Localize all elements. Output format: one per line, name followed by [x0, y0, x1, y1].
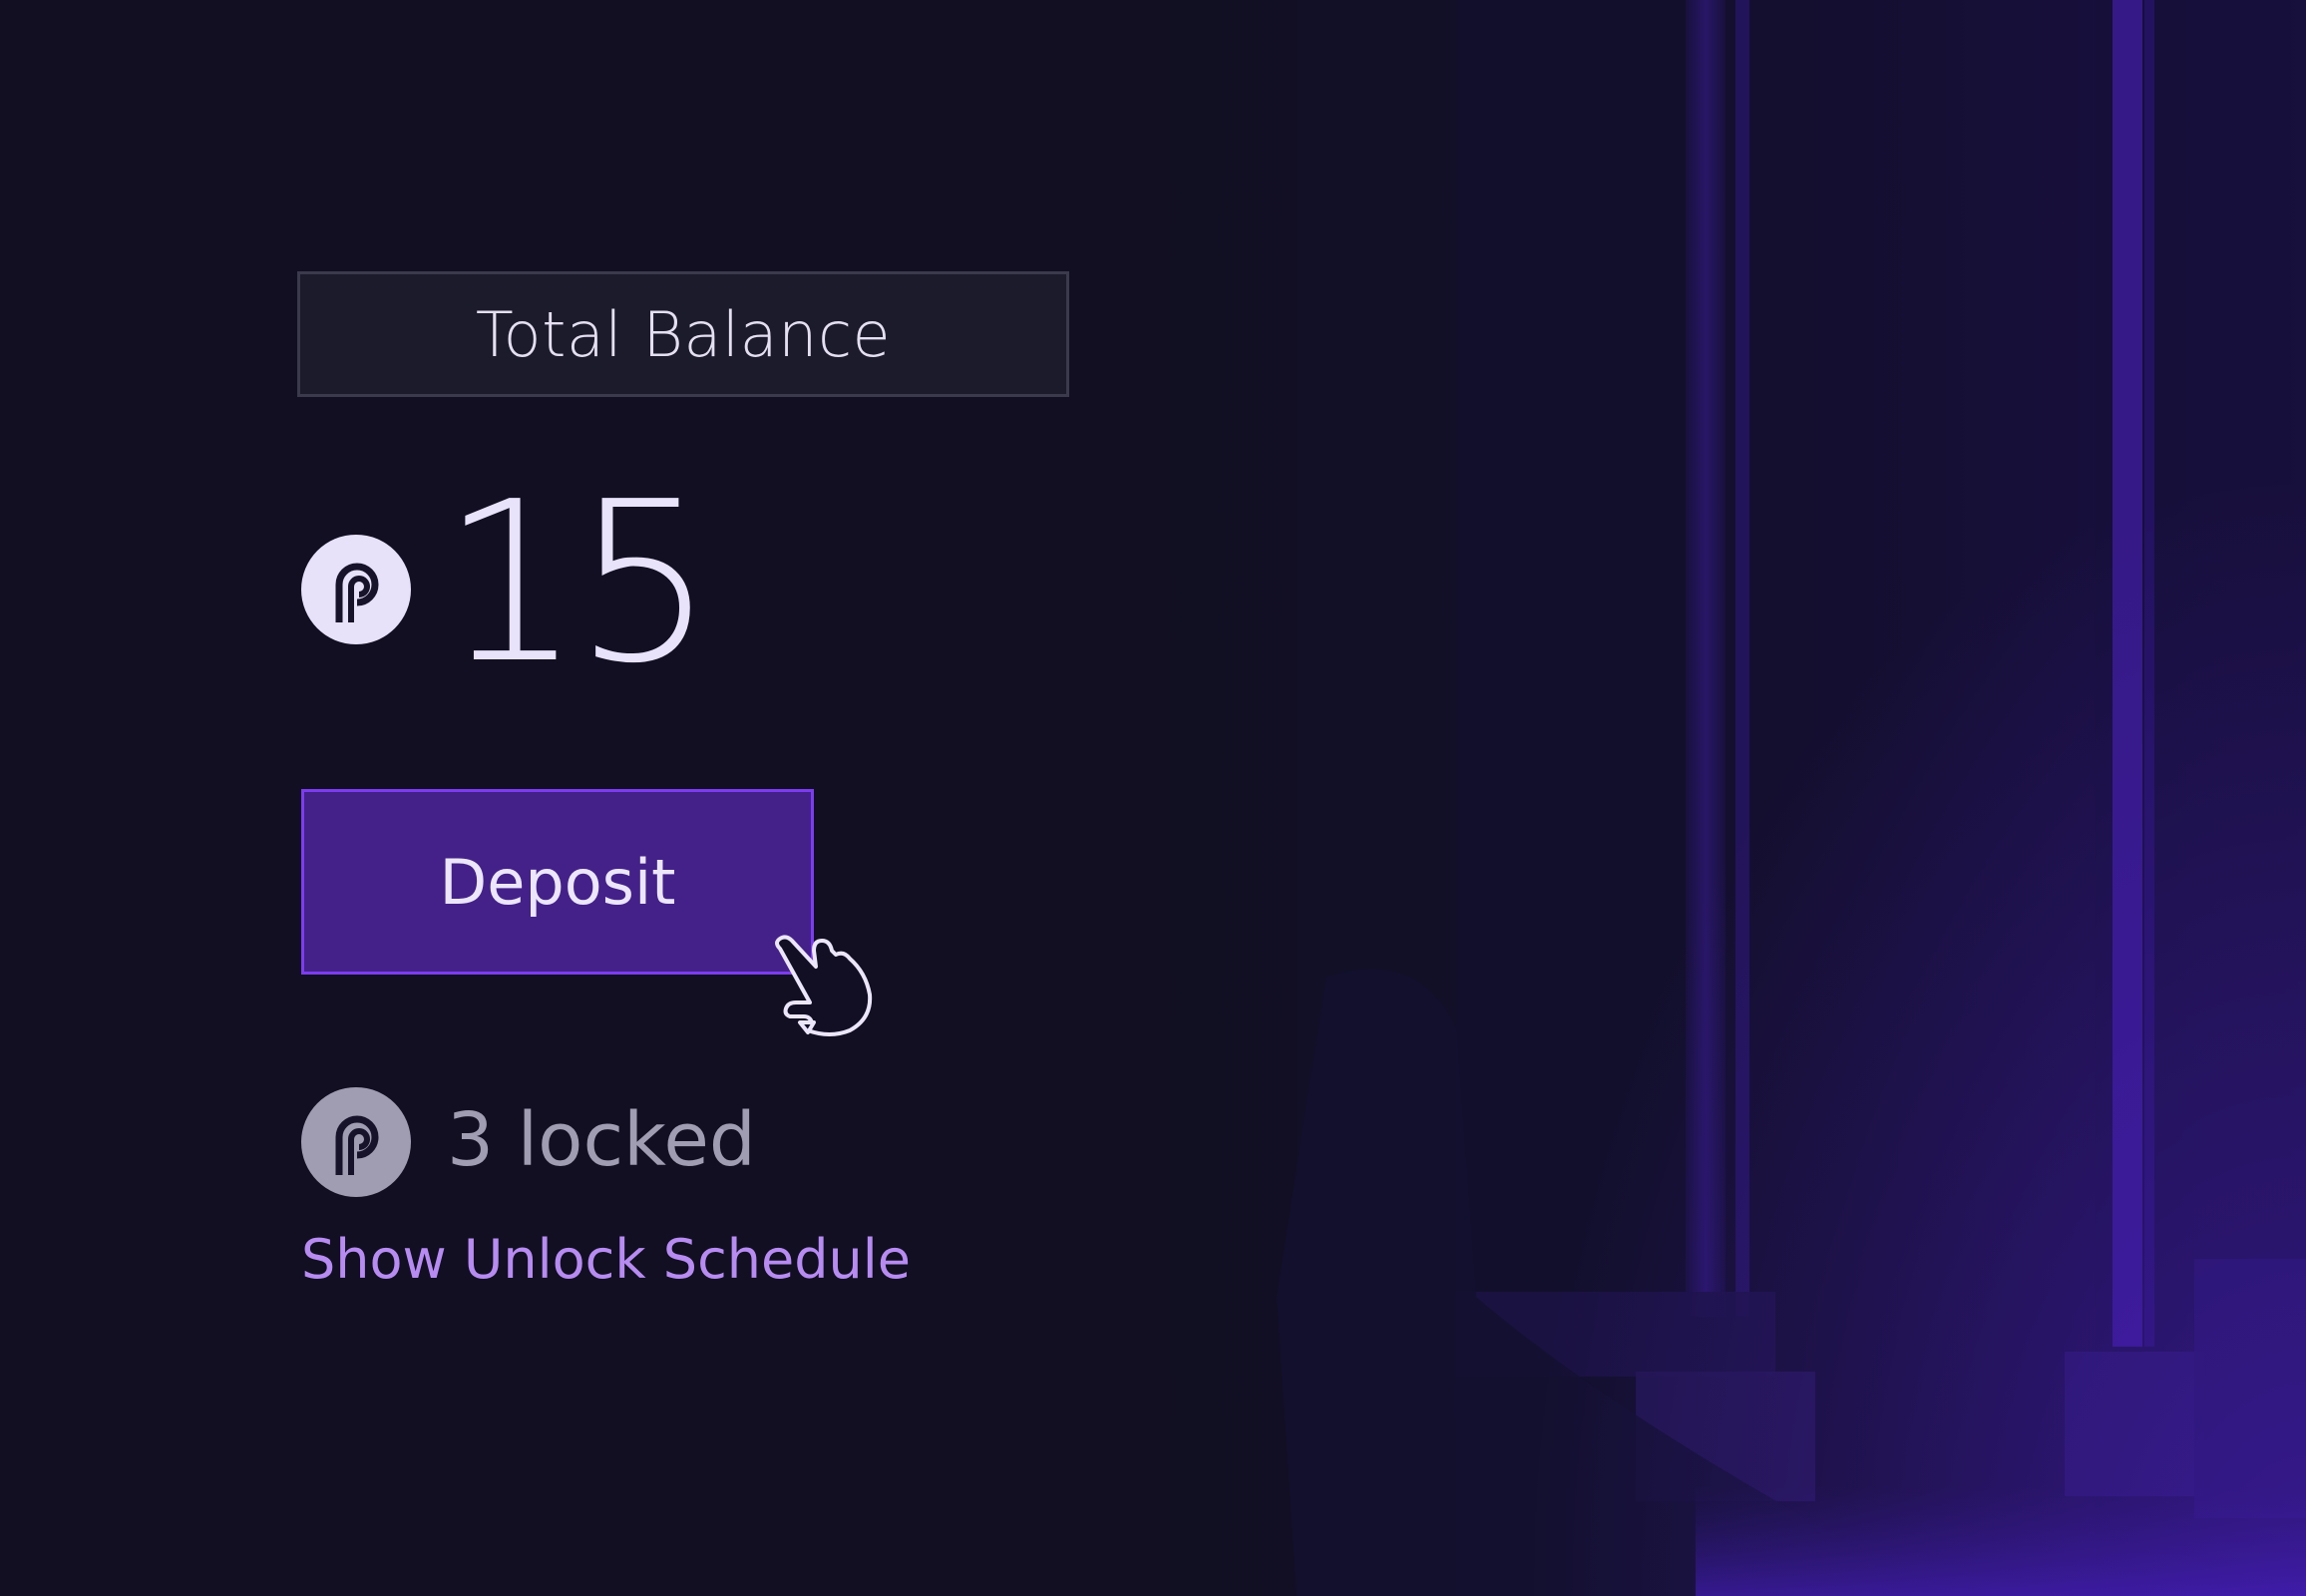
pointer-hand-icon — [775, 935, 873, 1036]
balance-amount: 15 — [441, 455, 714, 712]
total-balance-label: Total Balance — [297, 271, 1069, 397]
deposit-screen: Total Balance 15 Deposit 3 locked Show U… — [0, 0, 2306, 1596]
show-unlock-schedule-link[interactable]: Show Unlock Schedule — [301, 1233, 911, 1287]
locked-amount-text: 3 locked — [447, 1097, 756, 1183]
balance-panel: Total Balance 15 Deposit 3 locked Show U… — [0, 0, 1197, 1596]
locked-balance-row: 3 locked — [301, 1087, 900, 1199]
pyth-token-icon — [301, 1087, 411, 1197]
pyth-token-icon — [301, 535, 411, 644]
deposit-button[interactable]: Deposit — [301, 789, 814, 975]
